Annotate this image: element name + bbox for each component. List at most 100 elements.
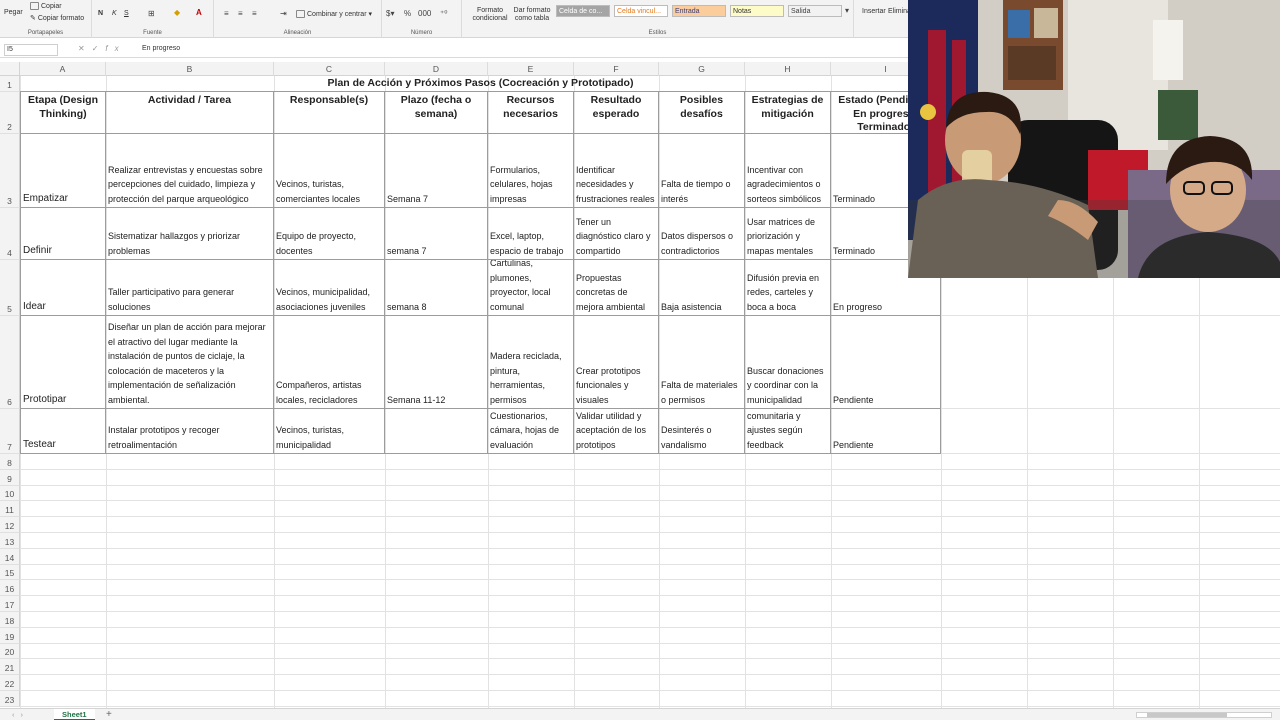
table-cell[interactable]: Madera reciclada, pintura, herramientas,… xyxy=(488,316,574,409)
column-header-g[interactable]: G xyxy=(659,62,745,76)
table-cell[interactable]: Vecinos, municipalidad, asociaciones juv… xyxy=(274,260,385,316)
decimal-icon[interactable]: ⁺⁰ xyxy=(440,9,447,18)
column-header-b[interactable]: B xyxy=(106,62,274,76)
row-header-20[interactable]: 20 xyxy=(0,643,20,660)
percent-icon[interactable]: % xyxy=(404,9,411,18)
sheet-nav-arrows[interactable]: ‹› xyxy=(12,709,29,720)
row-header-13[interactable]: 13 xyxy=(0,533,20,549)
cell-style-2[interactable]: Entrada xyxy=(672,5,726,17)
row-header-16[interactable]: 16 xyxy=(0,580,20,597)
row-header-11[interactable]: 11 xyxy=(0,501,20,518)
row-header-15[interactable]: 15 xyxy=(0,564,20,581)
table-cell[interactable]: Compañeros, artistas locales, reciclador… xyxy=(274,316,385,409)
table-cell[interactable]: Falta de materiales o permisos xyxy=(659,316,745,409)
table-cell[interactable]: Crear prototipos funcionales y visuales xyxy=(574,316,659,409)
table-cell[interactable] xyxy=(385,409,488,454)
row-header-3[interactable]: 3 xyxy=(0,134,20,208)
table-cell[interactable]: Incentivar con agradecimientos o sorteos… xyxy=(745,134,831,208)
table-cell[interactable]: Excel, laptop, espacio de trabajo xyxy=(488,208,574,260)
sheet-tab-sheet1[interactable]: Sheet1 xyxy=(54,709,95,720)
column-header-a[interactable]: A xyxy=(20,62,106,76)
underline-button[interactable]: S xyxy=(124,10,129,17)
align-center-icon[interactable]: ≡ xyxy=(238,9,243,18)
table-cell[interactable]: Baja asistencia xyxy=(659,260,745,316)
table-cell[interactable]: Desinterés o vandalismo xyxy=(659,409,745,454)
styles-more-icon[interactable]: ▾ xyxy=(845,6,849,15)
align-left-icon[interactable]: ≡ xyxy=(224,9,229,18)
cell-style-4[interactable]: Salida xyxy=(788,5,842,17)
table-cell[interactable]: Propuestas concretas de mejora ambiental xyxy=(574,260,659,316)
table-header-cell[interactable]: Recursos necesarios xyxy=(488,92,574,134)
function-icon[interactable]: fx xyxy=(105,44,125,53)
scrollbar-thumb[interactable] xyxy=(1147,713,1227,717)
table-cell[interactable]: Identificar necesidades y frustraciones … xyxy=(574,134,659,208)
merge-center-button[interactable]: Combinar y centrar ▾ xyxy=(296,10,372,19)
row-header-18[interactable]: 18 xyxy=(0,612,20,628)
name-box[interactable]: I5 xyxy=(4,44,58,56)
table-cell[interactable]: semana 7 xyxy=(385,208,488,260)
table-cell[interactable]: Prototipar xyxy=(20,316,106,409)
indent-icon[interactable]: ⇥ xyxy=(280,9,287,18)
table-cell[interactable]: Realizar entrevistas y encuestas sobre p… xyxy=(106,134,274,208)
table-header-cell[interactable]: Resultado esperado xyxy=(574,92,659,134)
cell-style-0[interactable]: Celda de co... xyxy=(556,5,610,17)
column-header-e[interactable]: E xyxy=(488,62,574,76)
table-cell[interactable]: Formularios, celulares, hojas impresas xyxy=(488,134,574,208)
row-header-12[interactable]: 12 xyxy=(0,517,20,533)
table-cell[interactable]: Falta de tiempo o interés xyxy=(659,134,745,208)
table-cell[interactable]: Testear xyxy=(20,409,106,454)
copy-button[interactable]: Copiar xyxy=(30,2,62,10)
align-right-icon[interactable]: ≡ xyxy=(252,9,257,18)
table-cell[interactable]: Cartulinas, plumones, proyector, local c… xyxy=(488,260,574,316)
table-header-cell[interactable]: Etapa (Design Thinking) xyxy=(20,92,106,134)
table-cell[interactable]: Idear xyxy=(20,260,106,316)
table-cell[interactable]: Usar matrices de priorización y mapas me… xyxy=(745,208,831,260)
table-header-cell[interactable]: Estrategias de mitigación xyxy=(745,92,831,134)
copy-format-button[interactable]: ✎ Copiar formato xyxy=(30,14,84,22)
table-cell[interactable]: Equipo de proyecto, docentes xyxy=(274,208,385,260)
table-cell[interactable]: Semana 11-12 xyxy=(385,316,488,409)
table-cell[interactable]: semana 8 xyxy=(385,260,488,316)
currency-icon[interactable]: $▾ xyxy=(386,9,394,18)
row-header-1[interactable]: 1 xyxy=(0,76,20,92)
row-header-5[interactable]: 5 xyxy=(0,260,20,316)
row-header-8[interactable]: 8 xyxy=(0,454,20,470)
row-header-2[interactable]: 2 xyxy=(0,92,20,134)
italic-button[interactable]: K xyxy=(112,10,117,17)
table-cell[interactable]: Instalar prototipos y recoger retroalime… xyxy=(106,409,274,454)
table-header-cell[interactable]: Actividad / Tarea xyxy=(106,92,274,134)
fill-color-icon[interactable]: ◆ xyxy=(174,8,180,17)
table-cell[interactable]: Definir xyxy=(20,208,106,260)
table-cell[interactable]: Diseñar un plan de acción para mejorar e… xyxy=(106,316,274,409)
row-header-4[interactable]: 4 xyxy=(0,208,20,260)
table-header-cell[interactable]: Responsable(s) xyxy=(274,92,385,134)
horizontal-scrollbar[interactable] xyxy=(1136,712,1272,718)
add-sheet-button[interactable]: + xyxy=(106,709,112,720)
row-header-9[interactable]: 9 xyxy=(0,469,20,486)
table-cell[interactable]: Validar utilidad y aceptación de los pro… xyxy=(574,409,659,454)
table-cell[interactable]: Sistematizar hallazgos y priorizar probl… xyxy=(106,208,274,260)
column-header-f[interactable]: F xyxy=(574,62,659,76)
table-cell[interactable]: Pendiente xyxy=(831,409,941,454)
row-header-7[interactable]: 7 xyxy=(0,409,20,454)
select-all-corner[interactable] xyxy=(0,62,20,76)
formula-input[interactable]: En progreso xyxy=(142,45,180,52)
bold-button[interactable]: N xyxy=(98,10,103,17)
paste-button[interactable]: Pegar xyxy=(4,9,23,16)
table-cell[interactable]: Buscar donaciones y coordinar con la mun… xyxy=(745,316,831,409)
column-header-h[interactable]: H xyxy=(745,62,831,76)
enter-icon[interactable]: ✓ xyxy=(92,44,106,53)
conditional-format-button[interactable]: Formato condicional xyxy=(470,7,510,23)
table-cell[interactable]: Difusión previa en redes, carteles y boc… xyxy=(745,260,831,316)
table-cell[interactable]: Datos dispersos o contradictorios xyxy=(659,208,745,260)
row-header-17[interactable]: 17 xyxy=(0,596,20,612)
row-header-21[interactable]: 21 xyxy=(0,659,20,676)
insert-button[interactable]: Insertar xyxy=(862,8,886,15)
cancel-icon[interactable]: ✕ xyxy=(78,44,92,53)
cell-style-1[interactable]: Celda vincul... xyxy=(614,5,668,17)
table-cell[interactable]: comunitaria y ajustes según feedback xyxy=(745,409,831,454)
thousands-icon[interactable]: 000 xyxy=(418,9,431,18)
row-header-6[interactable]: 6 xyxy=(0,316,20,409)
table-header-cell[interactable]: Posibles desafíos xyxy=(659,92,745,134)
table-cell[interactable]: Pendiente xyxy=(831,316,941,409)
